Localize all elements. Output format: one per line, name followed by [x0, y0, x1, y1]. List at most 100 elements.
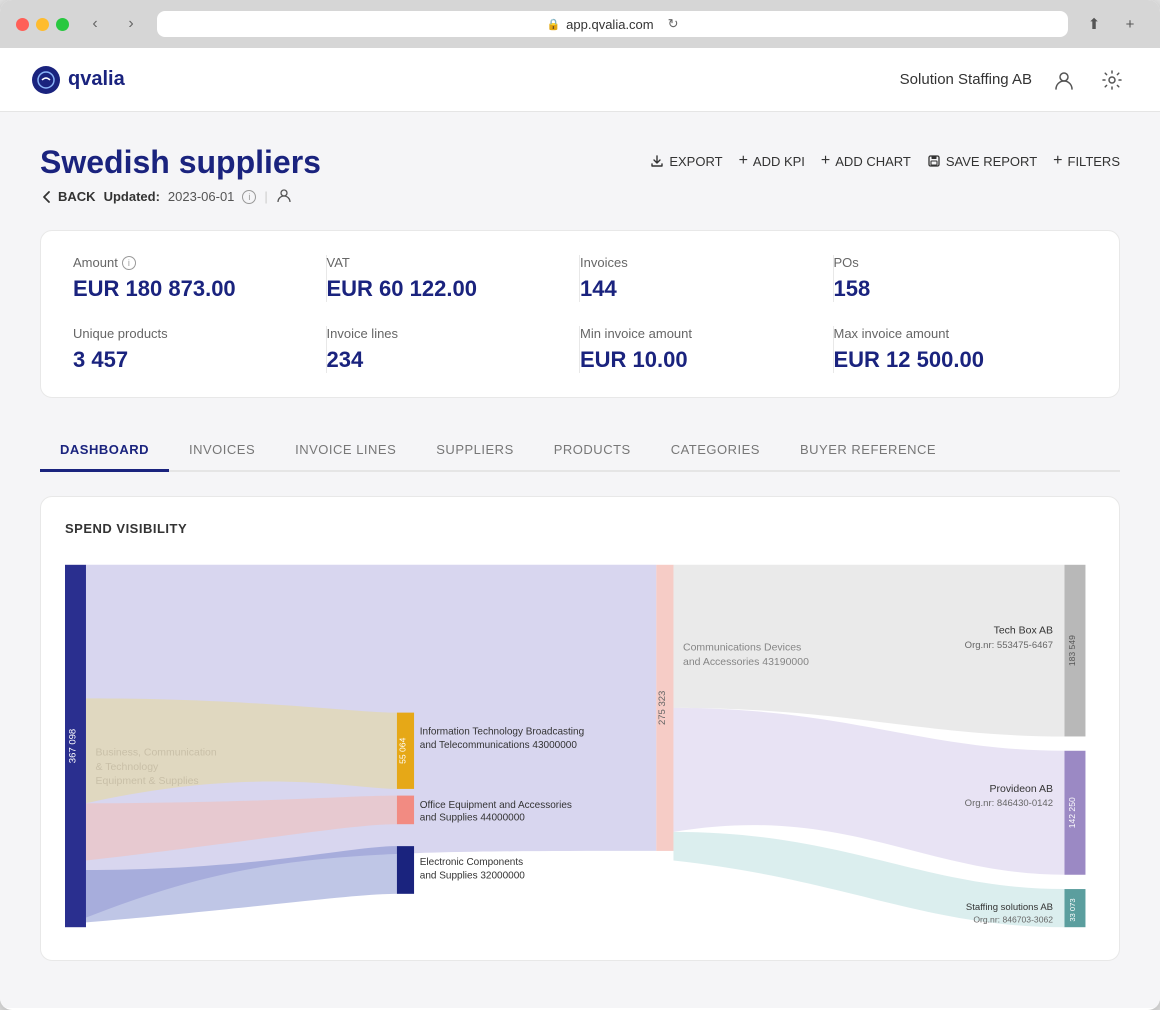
top-nav: qvalia Solution Staffing AB — [0, 48, 1160, 112]
logo-icon — [32, 66, 60, 94]
yellow-bar-text: Information Technology Broadcasting — [420, 727, 584, 738]
export-button[interactable]: EXPORT — [650, 154, 722, 169]
divider: | — [264, 189, 267, 204]
forward-nav-button[interactable]: › — [117, 10, 145, 38]
kpi-pos-value: 158 — [834, 276, 1064, 302]
provideon-value: 142 250 — [1067, 797, 1077, 828]
maximize-button[interactable] — [56, 18, 69, 31]
provideon-org: Org.nr: 846430-0142 — [965, 798, 1053, 809]
page-header: Swedish suppliers EXPORT + ADD KPI + ADD… — [40, 144, 1120, 181]
staffing-name: Staffing solutions AB — [966, 902, 1053, 913]
settings-button[interactable] — [1096, 64, 1128, 96]
filters-button[interactable]: + FILTERS — [1053, 152, 1120, 170]
kpi-amount-info[interactable]: i — [122, 256, 136, 270]
kpi-vat: VAT EUR 60 122.00 — [327, 255, 581, 302]
page-title: Swedish suppliers — [40, 144, 321, 181]
kpi-max-amount-label: Max invoice amount — [834, 326, 1064, 341]
kpi-vat-label: VAT — [327, 255, 556, 270]
dark-blue-bar-text: Electronic Components — [420, 857, 523, 868]
tab-products[interactable]: PRODUCTS — [534, 430, 651, 472]
left-bar-label: 367 098 — [67, 729, 78, 763]
minimize-button[interactable] — [36, 18, 49, 31]
traffic-lights — [16, 18, 69, 31]
kpi-invoice-lines-label: Invoice lines — [327, 326, 556, 341]
tab-buyer-reference[interactable]: BUYER REFERENCE — [780, 430, 956, 472]
filters-label: FILTERS — [1068, 154, 1121, 169]
dark-blue-bar — [397, 846, 414, 894]
top-nav-right: Solution Staffing AB — [900, 64, 1128, 96]
add-chart-label: ADD CHART — [835, 154, 911, 169]
kpi-amount: Amount i EUR 180 873.00 — [73, 255, 327, 302]
sankey-svg: 367 098 Business, Communication & Techno… — [65, 556, 1095, 936]
tabs-section: DASHBOARD INVOICES INVOICE LINES SUPPLIE… — [40, 430, 1120, 472]
export-label: EXPORT — [669, 154, 722, 169]
tab-suppliers[interactable]: SUPPLIERS — [416, 430, 533, 472]
kpi-unique-products: Unique products 3 457 — [73, 326, 327, 373]
tech-box-org: Org.nr: 553475-6467 — [965, 640, 1053, 651]
profile-button[interactable] — [1048, 64, 1080, 96]
kpi-min-amount-label: Min invoice amount — [580, 326, 809, 341]
new-tab-button[interactable]: + — [1116, 10, 1144, 38]
app-content: qvalia Solution Staffing AB Swedish supp… — [0, 48, 1160, 1008]
lock-icon: 🔒 — [546, 18, 560, 31]
pink-bar-text: Office Equipment and Accessories — [420, 800, 572, 811]
header-actions: EXPORT + ADD KPI + ADD CHART SAVE REPORT — [650, 152, 1120, 170]
share-button[interactable]: ⬆ — [1080, 10, 1108, 38]
back-label: BACK — [58, 189, 96, 204]
tech-box-name: Tech Box AB — [994, 625, 1053, 636]
kpi-cards: Amount i EUR 180 873.00 VAT EUR 60 122.0… — [40, 230, 1120, 398]
url-text: app.qvalia.com — [566, 17, 653, 32]
logo-text: qvalia — [68, 68, 125, 91]
tab-invoice-lines[interactable]: INVOICE LINES — [275, 430, 416, 472]
dark-blue-bar-text2: and Supplies 32000000 — [420, 871, 526, 882]
tech-box-value: 183 549 — [1067, 635, 1077, 666]
staffing-org: Org.nr: 846703-3062 — [973, 914, 1053, 924]
pink-bar — [397, 796, 414, 825]
yellow-bar-label: 55 064 — [397, 737, 407, 763]
kpi-pos-label: POs — [834, 255, 1064, 270]
back-button[interactable]: BACK — [40, 189, 96, 204]
browser-chrome: ‹ › 🔒 app.qvalia.com ↻ ⬆ + — [0, 0, 1160, 48]
chart-title: SPEND VISIBILITY — [65, 521, 1095, 536]
add-chart-button[interactable]: + ADD CHART — [821, 152, 911, 170]
tab-dashboard[interactable]: DASHBOARD — [40, 430, 169, 472]
kpi-pos: POs 158 — [834, 255, 1088, 302]
sankey-chart: 367 098 Business, Communication & Techno… — [65, 556, 1095, 936]
kpi-unique-products-value: 3 457 — [73, 347, 302, 373]
company-name: Solution Staffing AB — [900, 71, 1032, 88]
info-icon[interactable]: i — [242, 190, 256, 204]
save-report-button[interactable]: SAVE REPORT — [927, 154, 1037, 169]
reload-icon[interactable]: ↻ — [668, 16, 679, 32]
staffing-value: 33 073 — [1068, 898, 1077, 921]
logo-area: qvalia — [32, 66, 125, 94]
page-meta: BACK Updated: 2023-06-01 i | — [40, 187, 1120, 206]
updated-date: 2023-06-01 — [168, 189, 235, 204]
updated-label: Updated: — [104, 189, 160, 204]
kpi-vat-value: EUR 60 122.00 — [327, 276, 556, 302]
kpi-invoices: Invoices 144 — [580, 255, 834, 302]
kpi-invoices-label: Invoices — [580, 255, 809, 270]
close-button[interactable] — [16, 18, 29, 31]
kpi-max-amount: Max invoice amount EUR 12 500.00 — [834, 326, 1088, 373]
tab-invoices[interactable]: INVOICES — [169, 430, 275, 472]
browser-window: ‹ › 🔒 app.qvalia.com ↻ ⬆ + — [0, 0, 1160, 1010]
yellow-bar-text2: and Telecommunications 43000000 — [420, 740, 578, 751]
kpi-min-amount: Min invoice amount EUR 10.00 — [580, 326, 834, 373]
address-bar[interactable]: 🔒 app.qvalia.com ↻ — [157, 11, 1068, 37]
back-nav-button[interactable]: ‹ — [81, 10, 109, 38]
kpi-amount-label: Amount i — [73, 255, 302, 270]
add-kpi-label: ADD KPI — [753, 154, 805, 169]
tab-categories[interactable]: CATEGORIES — [651, 430, 780, 472]
kpi-invoice-lines: Invoice lines 234 — [327, 326, 581, 373]
tabs-bar: DASHBOARD INVOICES INVOICE LINES SUPPLIE… — [40, 430, 1120, 472]
kpi-invoice-lines-value: 234 — [327, 347, 556, 373]
add-kpi-button[interactable]: + ADD KPI — [739, 152, 805, 170]
kpi-min-amount-value: EUR 10.00 — [580, 347, 809, 373]
browser-actions: ⬆ + — [1080, 10, 1144, 38]
right-pink-label: 275 323 — [657, 691, 668, 725]
kpi-unique-products-label: Unique products — [73, 326, 302, 341]
provideon-name: Provideon AB — [990, 784, 1054, 795]
user-icon — [276, 187, 292, 206]
kpi-amount-value: EUR 180 873.00 — [73, 276, 302, 302]
chart-section: SPEND VISIBILITY 367 098 Business, Commu… — [40, 496, 1120, 961]
